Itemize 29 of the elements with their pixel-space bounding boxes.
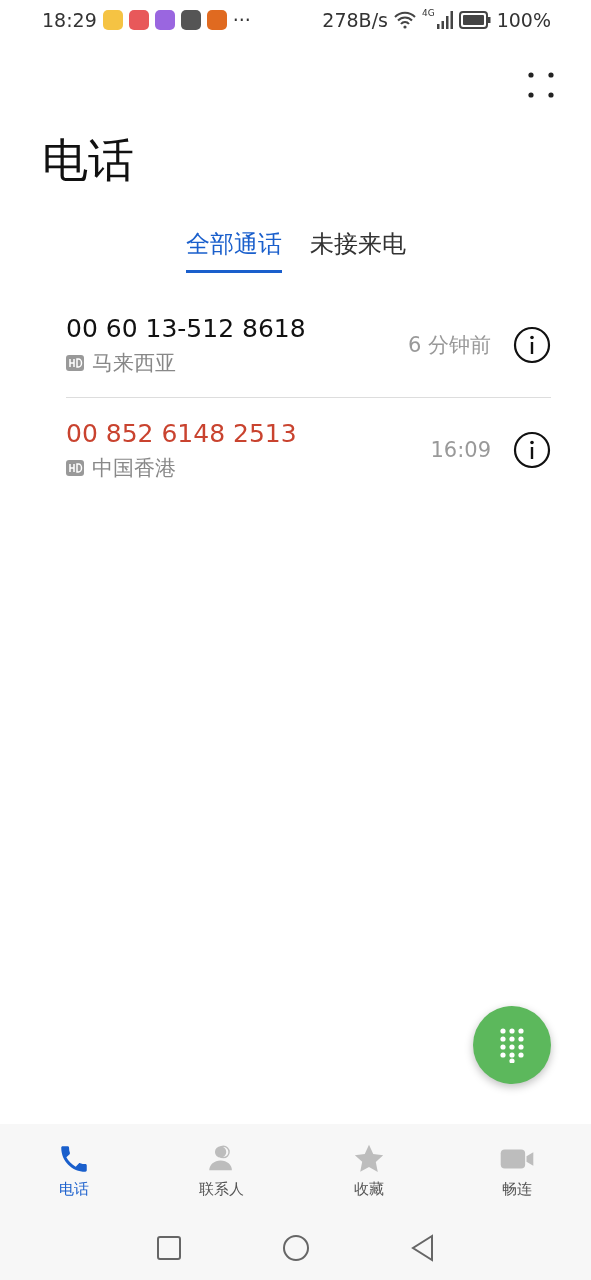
info-button[interactable]	[513, 431, 551, 469]
hd-icon	[66, 459, 84, 476]
battery-icon	[458, 11, 491, 29]
network-type: 4G	[421, 8, 435, 18]
phone-number: 00 852 6148 2513	[66, 418, 298, 448]
network-speed: 278B/s	[322, 9, 388, 31]
tab[interactable]: 未接来电	[309, 220, 406, 273]
nav-tab[interactable]: 畅连	[443, 1124, 591, 1216]
call-time: 6 分钟前	[407, 332, 491, 359]
signal-icon	[436, 11, 453, 29]
home-button[interactable]	[281, 1234, 310, 1262]
status-time: 18:29	[42, 9, 97, 31]
call-location: 马来西亚	[92, 349, 176, 377]
recent-apps-button[interactable]	[155, 1235, 182, 1261]
dialpad-icon	[498, 1027, 526, 1063]
nav-tab[interactable]: 联系人	[147, 1124, 296, 1216]
page-title: 电话	[42, 132, 135, 189]
back-button[interactable]	[409, 1234, 436, 1262]
phone-number: 00 60 13-512 8618	[66, 313, 307, 343]
more-notifications: ···	[232, 9, 251, 31]
wifi-icon	[393, 11, 416, 29]
call-time: 16:09	[430, 438, 491, 462]
battery-level: 100%	[496, 9, 551, 31]
info-button[interactable]	[513, 326, 551, 364]
tab[interactable]: 全部通话	[185, 220, 282, 273]
call-location: 中国香港	[92, 454, 176, 482]
nav-tab[interactable]: 电话	[0, 1124, 148, 1216]
hd-icon	[66, 354, 84, 371]
nav-tab[interactable]: 收藏	[295, 1124, 444, 1216]
